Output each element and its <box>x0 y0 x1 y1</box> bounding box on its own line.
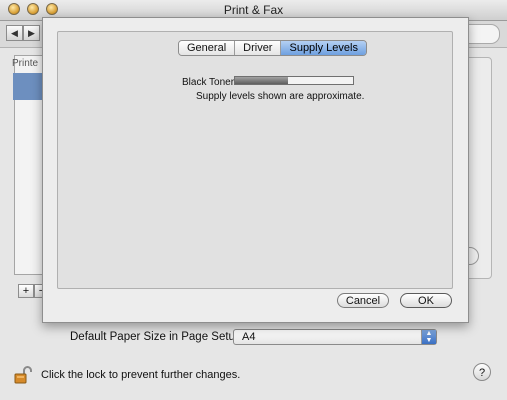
printers-header: Printe <box>12 58 39 69</box>
toner-level-fill <box>235 77 289 84</box>
forward-arrow-icon[interactable]: ▶ <box>23 25 40 41</box>
lock-area: Click the lock to prevent further change… <box>14 366 241 384</box>
supply-note: Supply levels shown are approximate. <box>196 91 365 102</box>
paper-size-select[interactable]: A4 ▲ ▼ <box>233 329 437 345</box>
ok-button[interactable]: OK <box>400 293 452 308</box>
paper-size-label: Default Paper Size in Page Setup: <box>70 331 245 343</box>
cancel-button[interactable]: Cancel <box>337 293 389 308</box>
supply-name: Black Toner <box>182 77 235 88</box>
add-printer-button[interactable]: + <box>18 284 34 298</box>
tab-driver[interactable]: Driver <box>235 41 282 55</box>
updown-arrows-icon: ▲ ▼ <box>421 330 436 344</box>
tab-bar: General Driver Supply Levels <box>178 40 367 56</box>
printer-info-sheet: General Driver Supply Levels Black Toner… <box>42 17 469 323</box>
nav-buttons: ◀ ▶ <box>6 25 40 41</box>
tab-general[interactable]: General <box>179 41 236 55</box>
tab-supply-levels[interactable]: Supply Levels <box>281 41 366 55</box>
sheet-content-box: General Driver Supply Levels Black Toner… <box>57 31 453 289</box>
lock-text: Click the lock to prevent further change… <box>41 368 241 381</box>
help-button[interactable]: ? <box>473 363 491 381</box>
toner-level-bar <box>234 76 354 85</box>
unlocked-padlock-icon[interactable] <box>14 366 33 384</box>
paper-size-value: A4 <box>242 331 256 343</box>
back-arrow-icon[interactable]: ◀ <box>6 25 23 41</box>
window-title: Print & Fax <box>223 3 284 17</box>
